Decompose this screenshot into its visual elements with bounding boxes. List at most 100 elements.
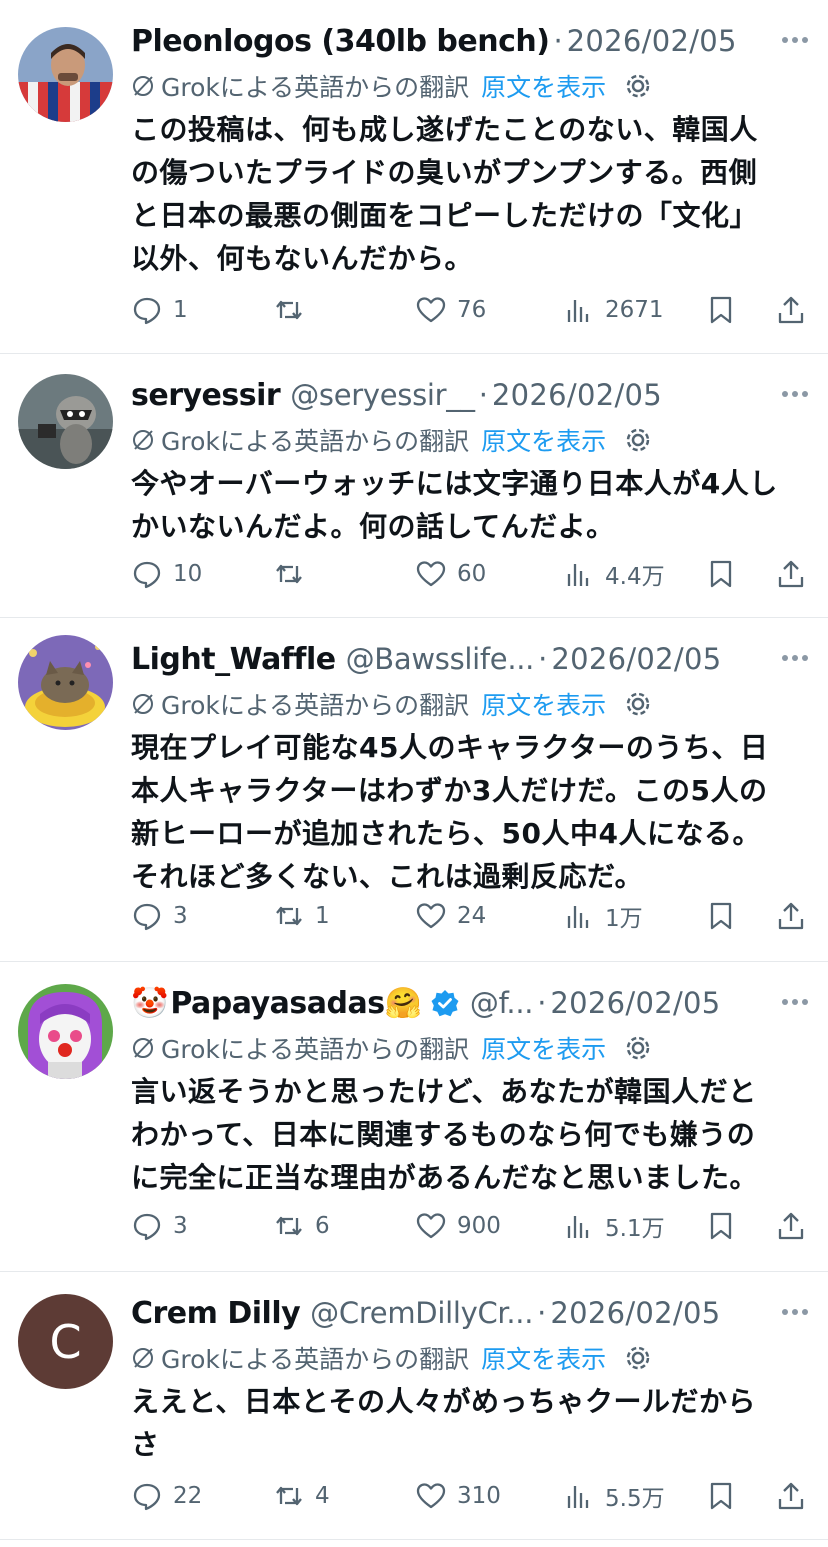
more-icon[interactable] — [780, 652, 810, 664]
share-button[interactable] — [775, 1206, 807, 1246]
more-icon[interactable] — [780, 996, 810, 1008]
show-original-link[interactable]: 原文を表示 — [481, 1030, 606, 1066]
display-name[interactable]: Papayasadas — [170, 986, 385, 1021]
translation-label: Grokによる英語からの翻訳 — [161, 691, 470, 720]
tweet-date[interactable]: 2026/02/05 — [567, 24, 737, 58]
tweet-date[interactable]: 2026/02/05 — [492, 378, 662, 412]
grok-icon — [133, 1038, 153, 1058]
gear-icon[interactable] — [624, 690, 652, 718]
reply-icon — [133, 903, 161, 931]
views-button[interactable]: 4.4万 — [563, 554, 665, 594]
share-button[interactable] — [775, 554, 807, 594]
reply-button[interactable]: 3 — [131, 896, 188, 936]
repost-button[interactable]: 6 — [273, 1206, 330, 1246]
like-button[interactable]: 24 — [415, 896, 486, 936]
reply-count: 3 — [173, 903, 188, 929]
avatar[interactable] — [18, 374, 113, 469]
like-button[interactable]: 900 — [415, 1206, 501, 1246]
more-icon[interactable] — [780, 388, 810, 400]
gear-icon[interactable] — [624, 72, 652, 100]
display-name[interactable]: Pleonlogos (340lb bench) — [131, 24, 550, 59]
repost-icon — [276, 564, 302, 584]
reply-icon — [133, 297, 161, 325]
avatar[interactable]: C — [18, 1294, 113, 1389]
reply-button[interactable]: 3 — [131, 1206, 188, 1246]
verified-icon[interactable] — [430, 988, 460, 1018]
tweet-date[interactable]: 2026/02/05 — [551, 642, 721, 676]
reply-count: 10 — [173, 561, 203, 587]
show-original-link[interactable]: 原文を表示 — [481, 422, 606, 458]
grok-icon — [133, 694, 153, 714]
avatar[interactable] — [18, 984, 113, 1079]
translation-label: Grokによる英語からの翻訳 — [161, 1345, 470, 1374]
avatar[interactable] — [18, 635, 113, 730]
reply-button[interactable]: 10 — [131, 554, 202, 594]
user-handle[interactable]: @seryessir__ — [290, 378, 475, 412]
share-icon — [778, 1482, 804, 1510]
like-button[interactable]: 310 — [415, 1476, 501, 1516]
bookmark-button[interactable] — [705, 896, 737, 936]
views-icon — [567, 906, 589, 928]
translation-bar: Grokによる英語からの翻訳 原文を表示 — [131, 1028, 810, 1068]
tweet-date[interactable]: 2026/02/05 — [550, 986, 720, 1020]
share-icon — [778, 1212, 804, 1240]
show-original-link[interactable]: 原文を表示 — [481, 686, 606, 722]
repost-count: 6 — [315, 1213, 330, 1239]
views-icon — [567, 300, 589, 322]
show-original-link[interactable]: 原文を表示 — [481, 68, 606, 104]
tweet-date[interactable]: 2026/02/05 — [550, 1296, 720, 1330]
bookmark-button[interactable] — [705, 290, 737, 330]
grok-icon — [133, 1348, 153, 1368]
repost-button[interactable]: 4 — [273, 1476, 330, 1516]
user-handle[interactable]: @Bawsslife... — [346, 642, 535, 676]
bookmark-icon — [710, 1482, 732, 1510]
repost-icon — [276, 1216, 302, 1236]
user-handle[interactable]: @f... — [470, 986, 534, 1020]
views-button[interactable]: 2671 — [563, 290, 664, 330]
gear-icon[interactable] — [624, 1344, 652, 1372]
repost-icon — [276, 906, 302, 926]
bookmark-button[interactable] — [705, 1206, 737, 1246]
views-button[interactable]: 5.1万 — [563, 1206, 665, 1246]
bookmark-button[interactable] — [705, 554, 737, 594]
more-icon[interactable] — [780, 1306, 810, 1318]
like-button[interactable]: 76 — [415, 290, 486, 330]
reply-button[interactable]: 22 — [131, 1476, 202, 1516]
tweet-text: この投稿は、何も成し遂げたことのない、韓国人 の傷ついたプライドの臭いがプンプン… — [131, 113, 759, 275]
share-button[interactable] — [775, 290, 807, 330]
tweet[interactable]: Light_Waffle @Bawsslife... · 2026/02/05 … — [0, 618, 828, 962]
user-handle[interactable]: @CremDillyCr... — [310, 1296, 533, 1330]
reply-count: 1 — [173, 297, 188, 323]
views-count: 5.1万 — [605, 1216, 665, 1242]
like-icon — [416, 297, 446, 323]
hug-emoji: 🤗 — [384, 985, 422, 1021]
translation-bar: Grokによる英語からの翻訳 原文を表示 — [131, 420, 810, 460]
bookmark-button[interactable] — [705, 1476, 737, 1516]
show-original-link[interactable]: 原文を表示 — [481, 1340, 606, 1376]
share-button[interactable] — [775, 1476, 807, 1516]
display-name[interactable]: Light_Waffle — [131, 642, 336, 677]
like-count: 900 — [457, 1213, 501, 1239]
grok-icon — [133, 76, 153, 96]
views-button[interactable]: 5.5万 — [563, 1476, 665, 1516]
tweet[interactable]: C Crem Dilly @CremDillyCr... · 2026/02/0… — [0, 1272, 828, 1540]
like-button[interactable]: 60 — [415, 554, 486, 594]
gear-icon[interactable] — [624, 426, 652, 454]
repost-button[interactable]: 1 — [273, 896, 330, 936]
gear-icon[interactable] — [624, 1034, 652, 1062]
views-button[interactable]: 1万 — [563, 896, 643, 936]
like-icon — [416, 903, 446, 929]
repost-count: 1 — [315, 903, 330, 929]
repost-button[interactable] — [273, 290, 315, 330]
tweet[interactable]: Pleonlogos (340lb bench) · 2026/02/05 Gr… — [0, 0, 828, 354]
tweet[interactable]: 🤡 Papayasadas 🤗 @f... · 2026/02/05 Grokに… — [0, 962, 828, 1272]
more-icon[interactable] — [780, 34, 810, 46]
display-name[interactable]: seryessir — [131, 378, 281, 413]
tweet[interactable]: seryessir @seryessir__ · 2026/02/05 Grok… — [0, 354, 828, 618]
reply-button[interactable]: 1 — [131, 290, 188, 330]
like-count: 76 — [457, 297, 487, 323]
share-button[interactable] — [775, 896, 807, 936]
display-name[interactable]: Crem Dilly — [131, 1296, 301, 1331]
repost-button[interactable] — [273, 554, 315, 594]
avatar[interactable] — [18, 27, 113, 122]
